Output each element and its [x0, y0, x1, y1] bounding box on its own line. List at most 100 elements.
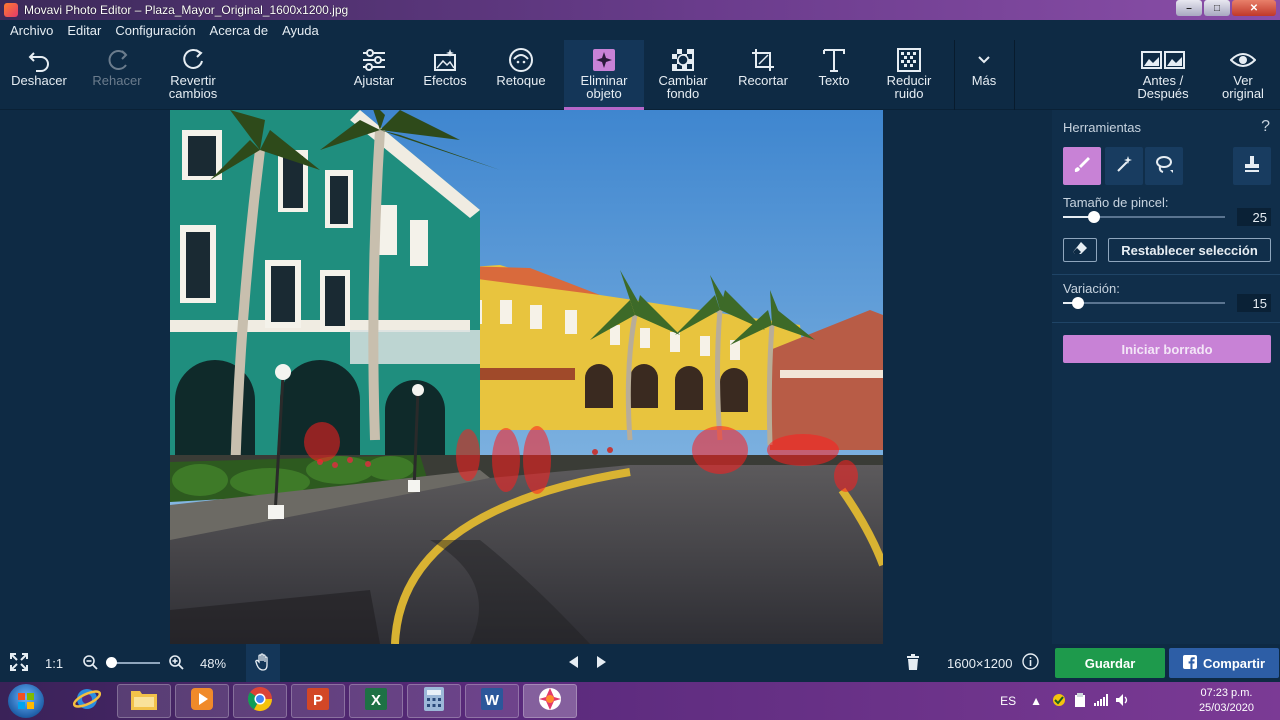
brush-size-value[interactable]: 25 — [1237, 208, 1271, 226]
variation-slider[interactable] — [1063, 297, 1225, 309]
effects-button[interactable]: Efectos — [413, 40, 477, 110]
delete-button[interactable] — [906, 644, 920, 682]
save-button[interactable]: Guardar — [1055, 648, 1165, 678]
redo-icon — [104, 40, 130, 74]
more-button[interactable]: Más — [956, 40, 1012, 110]
taskbar-word[interactable]: W — [465, 684, 519, 718]
menu-configuracion[interactable]: Configuración — [115, 23, 195, 38]
window-title: Movavi Photo Editor – Plaza_Mayor_Origin… — [24, 3, 349, 17]
taskbar-calculator[interactable] — [407, 684, 461, 718]
svg-text:X: X — [371, 692, 381, 709]
canvas-area — [0, 110, 1052, 644]
taskbar-media-player[interactable] — [175, 684, 229, 718]
brush-size-thumb[interactable] — [1088, 211, 1100, 223]
effects-icon — [432, 40, 458, 74]
remove-object-button[interactable]: Eliminar objeto — [564, 40, 644, 110]
adjust-button[interactable]: Ajustar — [342, 40, 406, 110]
taskbar-chrome[interactable] — [233, 684, 287, 718]
next-image-button[interactable] — [596, 644, 608, 682]
reduce-noise-button[interactable]: Reducir ruido — [876, 40, 942, 110]
start-erase-button[interactable]: Iniciar borrado — [1063, 335, 1271, 363]
folder-icon — [130, 687, 158, 716]
noise-icon — [896, 40, 922, 74]
volume-icon[interactable] — [1116, 693, 1130, 709]
text-icon — [821, 40, 847, 74]
info-button[interactable] — [1022, 644, 1039, 682]
svg-text:P: P — [313, 692, 323, 709]
revert-changes-button[interactable]: Revertir cambios — [158, 40, 228, 110]
minimize-button[interactable]: – — [1176, 0, 1202, 16]
stamp-tool-button[interactable] — [1233, 147, 1271, 185]
eraser-button[interactable] — [1063, 238, 1097, 262]
hand-icon — [255, 652, 271, 674]
toolbar-separator — [954, 40, 955, 110]
undo-button[interactable]: Deshacer — [4, 40, 74, 110]
menu-ayuda[interactable]: Ayuda — [282, 23, 319, 38]
view-original-button[interactable]: Ver original — [1208, 40, 1278, 110]
svg-text:W: W — [485, 692, 500, 709]
photo-canvas[interactable] — [170, 110, 883, 644]
brush-size-label: Tamaño de pincel: — [1063, 195, 1169, 210]
clipboard-icon[interactable] — [1074, 692, 1086, 710]
info-icon — [1022, 653, 1039, 673]
before-after-button[interactable]: Antes / Después — [1124, 40, 1202, 110]
tray-expand-icon[interactable]: ▲ — [1030, 694, 1042, 708]
crop-button[interactable]: Recortar — [730, 40, 796, 110]
text-button[interactable]: Texto — [804, 40, 864, 110]
input-language[interactable]: ES — [1000, 694, 1016, 708]
retouch-button[interactable]: Retoque — [488, 40, 554, 110]
movavi-icon — [536, 685, 564, 718]
brush-size-slider[interactable] — [1063, 211, 1225, 223]
brush-icon — [1073, 155, 1091, 178]
zoom-slider[interactable] — [110, 662, 160, 664]
face-retouch-icon — [508, 40, 534, 74]
menu-archivo[interactable]: Archivo — [10, 23, 53, 38]
revert-icon — [180, 40, 206, 74]
taskbar-internet-explorer[interactable] — [60, 684, 114, 718]
window-title-bar: Movavi Photo Editor – Plaza_Mayor_Origin… — [0, 0, 1280, 20]
zoom-out-button[interactable] — [82, 644, 98, 682]
reset-selection-button[interactable]: Restablecer selección — [1108, 238, 1271, 262]
start-button[interactable] — [8, 684, 44, 718]
change-background-button[interactable]: Cambiar fondo — [650, 40, 716, 110]
zoom-thumb[interactable] — [106, 657, 117, 668]
windows-logo-icon — [18, 693, 34, 709]
menu-editar[interactable]: Editar — [67, 23, 101, 38]
taskbar-excel[interactable]: X — [349, 684, 403, 718]
before-after-icon — [1141, 40, 1185, 74]
clock-date: 25/03/2020 — [1198, 702, 1254, 714]
pan-tool-button[interactable] — [246, 644, 280, 682]
brush-tool-button[interactable] — [1063, 147, 1101, 185]
security-icon[interactable] — [1052, 693, 1066, 710]
menu-bar: Archivo Editar Configuración Acerca de A… — [0, 20, 1280, 40]
system-clock[interactable]: 07:23 p.m. 25/03/2020 — [1199, 686, 1254, 716]
arrow-left-icon — [567, 655, 579, 672]
share-button[interactable]: Compartir — [1169, 648, 1279, 678]
menu-acerca-de[interactable]: Acerca de — [210, 23, 269, 38]
movavi-app-icon — [4, 3, 18, 17]
actual-size-button[interactable]: 1:1 — [45, 644, 63, 682]
zoom-in-icon — [168, 654, 184, 673]
previous-image-button[interactable] — [567, 644, 579, 682]
variation-value[interactable]: 15 — [1237, 294, 1271, 312]
fit-screen-button[interactable] — [10, 644, 28, 682]
magic-wand-tool-button[interactable] — [1105, 147, 1143, 185]
maximize-button[interactable]: □ — [1204, 0, 1230, 16]
redo-button[interactable]: Rehacer — [82, 40, 152, 110]
taskbar-movavi-photo-editor[interactable] — [523, 684, 577, 718]
panel-title: Herramientas — [1063, 120, 1142, 135]
status-bar: 1:1 48% 1600×1200 Guardar Compartir — [0, 644, 1280, 682]
share-label: Compartir — [1202, 655, 1266, 671]
remove-object-icon — [591, 40, 617, 74]
taskbar-file-explorer[interactable] — [117, 684, 171, 718]
variation-thumb[interactable] — [1072, 297, 1084, 309]
zoom-in-button[interactable] — [168, 644, 184, 682]
wifi-signal-icon[interactable] — [1094, 693, 1108, 709]
help-icon[interactable]: ? — [1261, 118, 1270, 136]
lasso-tool-button[interactable] — [1145, 147, 1183, 185]
close-button[interactable]: ✕ — [1232, 0, 1276, 16]
zoom-out-icon — [82, 654, 98, 673]
image-dimensions: 1600×1200 — [947, 655, 1013, 671]
taskbar-powerpoint[interactable]: P — [291, 684, 345, 718]
trash-icon — [906, 653, 920, 673]
